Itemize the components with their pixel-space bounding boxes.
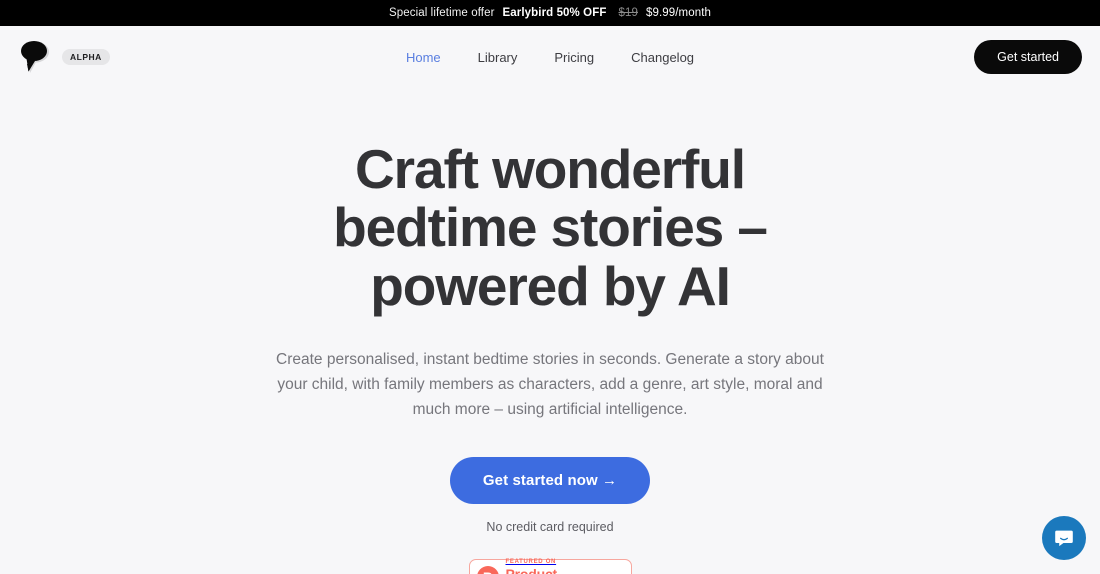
triangle-up-icon — [597, 567, 608, 574]
hero-actions: Get started now → No credit card require… — [0, 456, 1100, 534]
product-hunt-text: FEATURED ON Product Hunt — [506, 559, 591, 574]
brand-logo[interactable]: ALPHA — [16, 37, 110, 77]
product-hunt-upvotes: 224 — [597, 567, 623, 574]
header-get-started-button[interactable]: Get started — [974, 39, 1082, 75]
promo-new-price: $9.99/month — [645, 7, 712, 19]
nav-item-pricing[interactable]: Pricing — [554, 50, 594, 65]
product-hunt-badge[interactable]: P FEATURED ON Product Hunt 224 — [468, 558, 632, 574]
speech-bubble-logo-icon — [21, 41, 49, 73]
hero-title: Craft wonderful bedtime stories – powere… — [333, 138, 768, 317]
chat-bubble-icon — [1055, 530, 1073, 547]
promo-label: Special lifetime offer — [388, 7, 495, 19]
promo-banner[interactable]: Special lifetime offer Earlybird 50% OFF… — [0, 0, 1100, 26]
hero-subtitle: Create personalised, instant bedtime sto… — [276, 350, 824, 419]
chat-widget-button[interactable] — [1042, 516, 1086, 560]
cta-note: No credit card required — [486, 519, 614, 534]
hero-section: Craft wonderful bedtime stories – powere… — [0, 88, 1100, 574]
nav-item-library[interactable]: Library — [478, 50, 518, 65]
nav-item-home[interactable]: Home — [406, 50, 441, 65]
product-hunt-name: Product Hunt — [505, 565, 558, 574]
alpha-badge: ALPHA — [62, 49, 110, 65]
promo-old-price: $19 — [618, 7, 638, 19]
site-header: ALPHA Home Library Pricing Changelog Get… — [0, 26, 1100, 88]
product-hunt-kicker: FEATURED ON — [505, 558, 557, 565]
product-hunt-logo-icon: P — [476, 565, 499, 574]
nav-item-changelog[interactable]: Changelog — [631, 50, 694, 65]
main-nav: Home Library Pricing Changelog — [0, 50, 1100, 65]
hero-get-started-now-button[interactable]: Get started now → — [449, 456, 651, 504]
promo-deal: Earlybird 50% OFF — [502, 7, 607, 19]
